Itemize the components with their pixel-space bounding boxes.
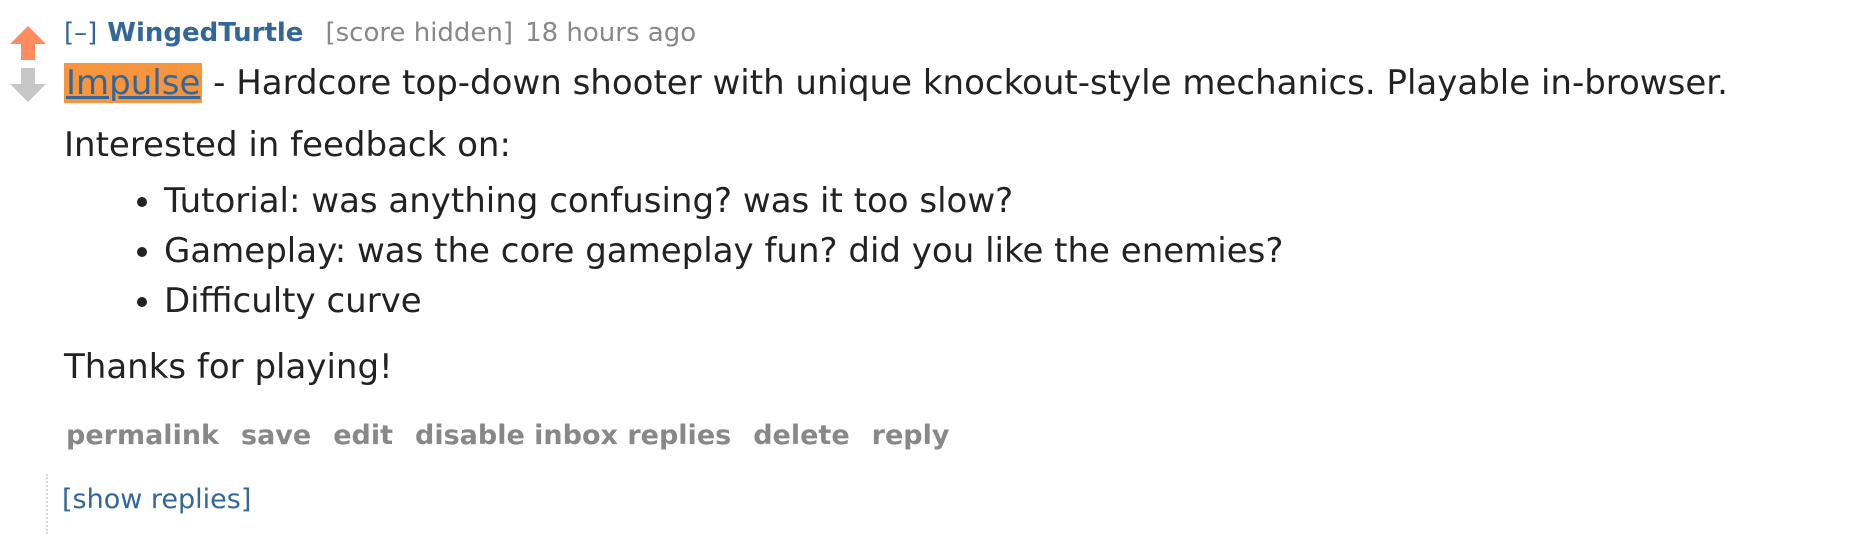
- feedback-intro: Interested in feedback on:: [64, 125, 511, 165]
- permalink-button[interactable]: permalink: [66, 420, 219, 451]
- closing-text: Thanks for playing!: [64, 347, 393, 387]
- timestamp: 18 hours ago: [525, 18, 697, 48]
- show-replies-link[interactable]: [show replies]: [62, 482, 251, 518]
- upvote-arrow-icon[interactable]: [8, 24, 48, 62]
- reply-button[interactable]: reply: [872, 420, 950, 451]
- first-line-text: - Hardcore top-down shooter with unique …: [202, 63, 1728, 103]
- delete-button[interactable]: delete: [753, 420, 849, 451]
- save-button[interactable]: save: [241, 420, 311, 451]
- score-label: [score hidden]: [325, 18, 514, 48]
- child-comments: [show replies]: [46, 474, 251, 534]
- feedback-list: Tutorial: was anything confusing? was it…: [64, 176, 1854, 326]
- author-link[interactable]: WingedTurtle: [107, 18, 303, 48]
- disable-inbox-replies-button[interactable]: disable inbox replies: [415, 420, 731, 451]
- comment-buttons: permalink save edit disable inbox replies de…: [66, 418, 971, 454]
- edit-button[interactable]: edit: [333, 420, 393, 451]
- game-link[interactable]: Impulse: [64, 63, 203, 103]
- comment-tagline: [–] WingedTurtle [score hidden] 18 hours ag…: [64, 16, 696, 50]
- collapse-toggle[interactable]: [–]: [64, 18, 97, 48]
- comment-first-line: Impulse - Hardcore top-down shooter with…: [64, 62, 1854, 104]
- vote-arrows: [8, 24, 48, 114]
- list-item: Tutorial: was anything confusing? was it…: [164, 176, 1854, 226]
- comment-body: Impulse - Hardcore top-down shooter with…: [64, 62, 1854, 388]
- list-item: Gameplay: was the core gameplay fun? did…: [164, 226, 1854, 276]
- comment: [–] WingedTurtle [score hidden] 18 hours ag…: [0, 0, 1870, 548]
- downvote-arrow-icon[interactable]: [8, 66, 48, 104]
- list-item: Difficulty curve: [164, 276, 1854, 326]
